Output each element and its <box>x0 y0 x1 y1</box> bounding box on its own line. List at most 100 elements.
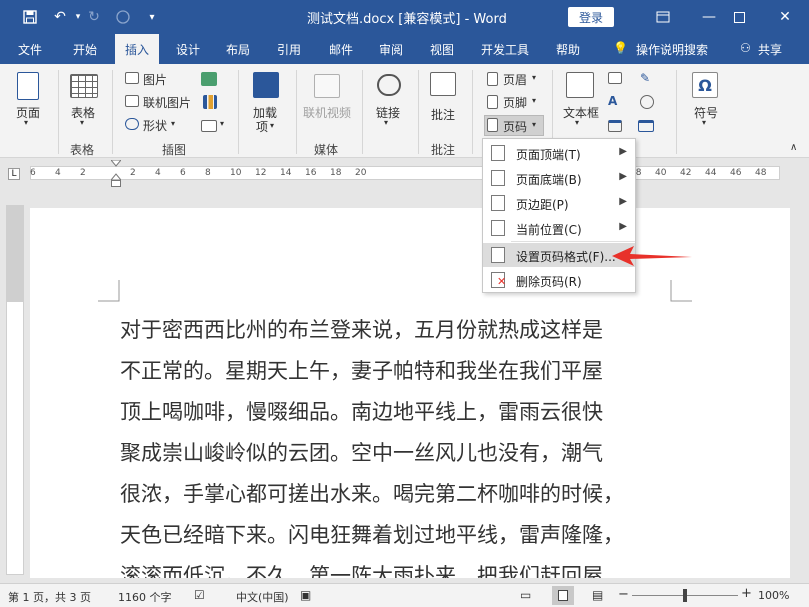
symbol-icon[interactable]: Ω <box>692 72 718 98</box>
save-icon[interactable] <box>20 7 40 27</box>
zoom-in-button[interactable]: + <box>741 586 752 601</box>
zoom-out-button[interactable]: − <box>618 587 629 602</box>
textbox-button[interactable]: 文本框 <box>563 104 599 121</box>
online-video-button[interactable]: 联机视频 <box>303 104 351 121</box>
window-title: 测试文档.docx [兼容模式] - Word <box>307 12 507 27</box>
smartart-icon[interactable] <box>201 72 217 86</box>
comment-icon[interactable] <box>430 72 456 96</box>
zoom-slider-thumb[interactable] <box>683 589 687 602</box>
close-icon[interactable]: ✕ <box>762 0 808 34</box>
touch-mode-icon[interactable] <box>113 7 133 27</box>
page-count[interactable]: 第 1 页，共 3 页 <box>8 589 91 605</box>
media-group-label: 媒体 <box>314 143 339 157</box>
page-number-menu: 页面顶端(T) ▶ 页面底端(B) ▶ 页边距(P) ▶ 当前位置(C) ▶ 设… <box>482 138 636 293</box>
tab-review[interactable]: 审阅 <box>379 41 403 58</box>
annotation-arrow-icon <box>612 246 692 266</box>
tab-view[interactable]: 视图 <box>430 41 454 58</box>
picture-button[interactable]: 图片 <box>143 71 167 88</box>
textbox-dropdown-icon[interactable]: ▾ <box>575 118 579 127</box>
maximize-icon[interactable] <box>716 0 762 34</box>
header-dropdown-icon[interactable]: ▾ <box>532 73 536 82</box>
addins-dropdown-icon[interactable]: ▾ <box>270 121 274 130</box>
chart-icon[interactable] <box>203 95 217 109</box>
submenu-arrow-icon: ▶ <box>619 196 627 207</box>
tab-design[interactable]: 设计 <box>176 41 200 58</box>
table-icon[interactable] <box>70 74 98 98</box>
screenshot-icon[interactable] <box>201 120 217 132</box>
menu-item-remove-page-numbers[interactable]: ✕ 删除页码(R) <box>483 268 635 292</box>
submenu-arrow-icon: ▶ <box>619 146 627 157</box>
word-count[interactable]: 1160 个字 <box>118 589 172 605</box>
links-icon[interactable] <box>377 74 401 96</box>
screenshot-dropdown-icon[interactable]: ▾ <box>220 119 224 128</box>
menu-item-current-position[interactable]: 当前位置(C) ▶ <box>483 216 635 240</box>
focus-mode-icon[interactable]: ▭ <box>520 588 531 602</box>
separator <box>472 70 473 154</box>
addins-icon[interactable] <box>253 72 279 98</box>
ruler-number: 10 <box>230 168 242 178</box>
tab-selector-icon[interactable]: L <box>8 168 20 180</box>
wordart-icon[interactable]: A <box>608 94 617 108</box>
vertical-ruler-margin <box>7 206 23 302</box>
tab-help[interactable]: 帮助 <box>556 41 580 58</box>
indent-marker-icon[interactable] <box>109 159 123 188</box>
menu-item-top-of-page[interactable]: 页面顶端(T) ▶ <box>483 141 635 165</box>
menu-item-page-margins[interactable]: 页边距(P) ▶ <box>483 191 635 215</box>
undo-icon[interactable]: ↶ <box>50 7 70 27</box>
menu-separator <box>511 241 635 242</box>
shapes-icon[interactable] <box>125 118 139 130</box>
shapes-button[interactable]: 形状 <box>143 117 167 134</box>
footer-button[interactable]: 页脚 <box>503 94 527 111</box>
language-indicator[interactable]: 中文(中国) <box>236 589 289 605</box>
comment-button[interactable]: 批注 <box>431 106 455 123</box>
redo-icon[interactable]: ↻ <box>84 7 104 27</box>
customize-icon[interactable]: ▾ <box>142 7 162 27</box>
collapse-ribbon-icon[interactable]: ∧ <box>790 142 797 153</box>
print-layout-button[interactable] <box>552 586 574 605</box>
footer-dropdown-icon[interactable]: ▾ <box>532 96 536 105</box>
web-layout-icon[interactable]: ▤ <box>592 588 603 602</box>
restore-ribbon-icon[interactable] <box>640 0 686 34</box>
picture-icon[interactable] <box>125 72 139 84</box>
tab-file[interactable]: 文件 <box>18 41 42 58</box>
pages-icon[interactable] <box>17 72 39 100</box>
footer-icon[interactable] <box>487 95 498 109</box>
tab-layout[interactable]: 布局 <box>226 41 250 58</box>
drop-cap-icon[interactable] <box>608 120 622 132</box>
body-text[interactable]: 对于密西西比州的布兰登来说，五月份就热成这样是 不正常的。星期天上午，妻子帕特和… <box>120 310 680 578</box>
addins-button-line2[interactable]: 项 <box>256 118 268 135</box>
pages-dropdown-icon[interactable]: ▾ <box>24 118 28 127</box>
share-button[interactable]: 共享 <box>758 41 782 58</box>
proofing-icon[interactable]: ☑ <box>194 588 205 602</box>
online-picture-button[interactable]: 联机图片 <box>143 94 191 111</box>
tab-developer[interactable]: 开发工具 <box>481 41 529 58</box>
horizontal-ruler[interactable]: L 6422468101214161820384042444648 <box>0 158 809 188</box>
online-picture-icon[interactable] <box>125 95 139 107</box>
textbox-icon[interactable] <box>566 72 594 98</box>
ruler-number: 40 <box>655 168 667 178</box>
tab-references[interactable]: 引用 <box>277 41 301 58</box>
tab-home[interactable]: 开始 <box>73 41 97 58</box>
share-icon[interactable]: ⚇ <box>740 41 751 55</box>
object-icon[interactable] <box>638 120 654 132</box>
symbol-dropdown-icon[interactable]: ▾ <box>702 118 706 127</box>
header-button[interactable]: 页眉 <box>503 71 527 88</box>
date-time-icon[interactable] <box>640 95 654 109</box>
links-dropdown-icon[interactable]: ▾ <box>384 118 388 127</box>
page-number-button[interactable]: 页码 ▾ <box>484 115 544 136</box>
vertical-ruler[interactable] <box>6 205 24 575</box>
zoom-level[interactable]: 100% <box>758 589 789 602</box>
submenu-arrow-icon: ▶ <box>619 221 627 232</box>
menu-item-bottom-of-page[interactable]: 页面底端(B) ▶ <box>483 166 635 190</box>
tab-mailings[interactable]: 邮件 <box>329 41 353 58</box>
signature-line-icon[interactable]: ✎ <box>640 71 650 85</box>
tab-insert[interactable]: 插入 <box>115 34 160 64</box>
header-icon[interactable] <box>487 72 498 86</box>
table-dropdown-icon[interactable]: ▾ <box>80 118 84 127</box>
ruler-number: 4 <box>155 168 161 178</box>
macro-record-icon[interactable]: ▣ <box>300 588 311 602</box>
login-button[interactable]: 登录 <box>568 7 614 27</box>
shapes-dropdown-icon[interactable]: ▾ <box>171 119 175 128</box>
tell-me-search[interactable]: 操作说明搜索 <box>636 41 708 58</box>
quick-parts-icon[interactable] <box>608 72 622 84</box>
